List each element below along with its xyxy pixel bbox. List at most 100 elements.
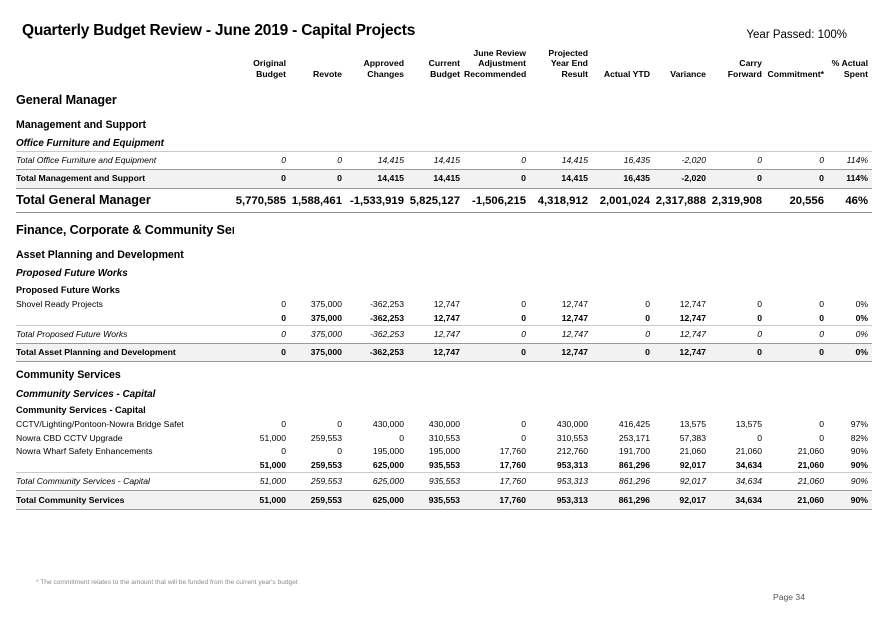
cell-projected: 12,747 [530, 342, 592, 363]
cell-carry: 0 [757, 298, 762, 309]
cell-adjustment: 17,760 [499, 446, 526, 457]
cell-revote: 1,588,461 [290, 187, 346, 214]
cell-variance: 57,383 [679, 432, 706, 443]
cell-original: 0 [281, 419, 286, 430]
cell-adjustment: 17,760 [499, 460, 526, 471]
cell-current: 12,747 [433, 312, 460, 323]
table-row: Total Community Services - Capital 51,000… [16, 472, 872, 491]
cell-adjustment: 17,760 [464, 472, 530, 491]
cell-variance: 12,747 [654, 342, 710, 363]
row-label: Total Management and Support [16, 168, 234, 189]
cell-current [408, 242, 464, 264]
cell-adjustment: 0 [521, 298, 526, 309]
cell-variance: 12,747 [679, 312, 706, 323]
cell-projected [530, 134, 592, 152]
cell-carry: 0 [757, 312, 762, 323]
cell-adjustment [464, 282, 530, 298]
cell-approved: 0 [399, 432, 404, 443]
cell-current: 195,000 [428, 446, 460, 457]
cell-approved: 14,415 [346, 168, 408, 189]
cell-projected: 953,313 [556, 460, 588, 471]
table-row: Asset Planning and Development [16, 242, 872, 264]
column-header-original: Original Budget [253, 58, 286, 79]
cell-original [234, 282, 290, 298]
cell-variance: 92,017 [654, 472, 710, 491]
cell-commitment [766, 282, 828, 298]
cell-carry [710, 134, 766, 152]
cell-pct_spent [828, 134, 872, 152]
row-label: Total Community Services - Capital [16, 472, 234, 491]
cell-approved: 430,000 [372, 419, 404, 430]
cell-current: 14,415 [408, 151, 464, 170]
cell-approved [346, 402, 408, 418]
cell-pct_spent: 82% [850, 432, 868, 443]
cell-pct_spent: 90% [850, 446, 868, 457]
cell-original [234, 83, 290, 112]
cell-carry: 0 [710, 324, 766, 344]
cell-pct_spent: 90% [828, 472, 872, 491]
row-label: Community Services - Capital [16, 388, 156, 400]
cell-commitment [766, 385, 828, 402]
cell-current: 12,747 [433, 298, 460, 309]
cell-commitment [766, 362, 828, 385]
column-header-projected: Projected Year End Result [548, 48, 588, 79]
cell-actual_ytd [592, 402, 654, 418]
cell-carry: 13,575 [735, 419, 762, 430]
table-row: 51,000 259,553 625,000 935,553 17,760 953,313… [16, 459, 872, 473]
cell-original: 51,000 [234, 472, 290, 491]
cell-pct_spent [828, 362, 872, 385]
cell-projected [530, 282, 592, 298]
cell-current [408, 385, 464, 402]
cell-projected [530, 83, 592, 112]
cell-actual_ytd [592, 385, 654, 402]
row-label: General Manager [16, 92, 117, 107]
cell-pct_spent: 114% [828, 168, 872, 189]
cell-original [234, 402, 290, 418]
cell-actual_ytd [592, 213, 654, 242]
cell-original [234, 213, 290, 242]
cell-commitment: 20,556 [766, 187, 828, 214]
cell-original: 51,000 [259, 432, 286, 443]
cell-carry [710, 112, 766, 134]
column-header-carry: Carry Forward [727, 58, 762, 79]
cell-commitment: 0 [766, 168, 828, 189]
cell-pct_spent: 0% [828, 324, 872, 344]
cell-variance [654, 282, 710, 298]
cell-pct_spent [828, 83, 872, 112]
cell-approved [346, 264, 408, 281]
cell-projected: 953,313 [530, 490, 592, 511]
cell-carry [710, 402, 766, 418]
cell-commitment [766, 264, 828, 281]
table-body: General Manager Management and Support Off… [16, 83, 872, 511]
cell-original [234, 134, 290, 152]
cell-commitment: 0 [819, 298, 824, 309]
cell-approved [346, 112, 408, 134]
cell-revote: 0 [290, 168, 346, 189]
cell-actual_ytd: 861,296 [618, 460, 650, 471]
cell-actual_ytd [592, 282, 654, 298]
cell-variance: 2,317,888 [654, 187, 710, 214]
cell-adjustment [464, 83, 530, 112]
cell-variance: 12,747 [679, 298, 706, 309]
table-row: General Manager [16, 83, 872, 112]
cell-variance [654, 362, 710, 385]
cell-revote [290, 385, 346, 402]
row-label: Office Furniture and Equipment [16, 137, 164, 149]
cell-current [408, 213, 464, 242]
cell-current [408, 112, 464, 134]
page-title: Quarterly Budget Review - June 2019 - Ca… [22, 22, 416, 39]
cell-original: 0 [234, 151, 290, 170]
cell-projected [530, 402, 592, 418]
cell-carry [710, 242, 766, 264]
cell-projected [530, 385, 592, 402]
cell-revote [290, 83, 346, 112]
row-label: Community Services [16, 369, 121, 382]
cell-variance [654, 242, 710, 264]
cell-approved [346, 213, 408, 242]
cell-pct_spent [828, 385, 872, 402]
cell-adjustment: 0 [521, 419, 526, 430]
table-row: Proposed Future Works [16, 282, 872, 298]
cell-carry: 34,634 [710, 490, 766, 511]
row-label: Nowra CBD CCTV Upgrade [16, 432, 123, 443]
cell-commitment: 21,060 [766, 472, 828, 491]
